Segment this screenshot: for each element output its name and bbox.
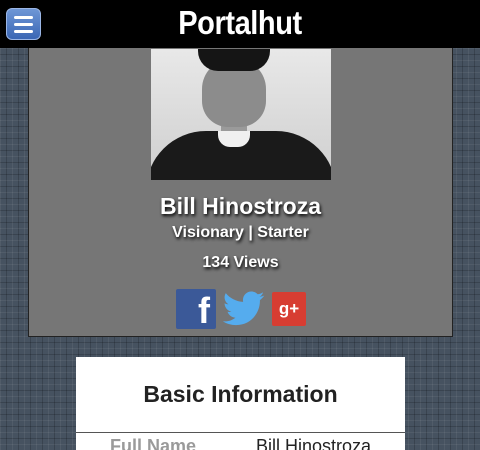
basic-information-panel: Basic Information Full Name Bill Hinostr… <box>76 357 405 450</box>
profile-views-count: 134 Views <box>202 254 279 271</box>
brand-logo-text[interactable]: Portalhut <box>29 0 451 48</box>
profile-role: Visionary | Starter <box>172 224 309 241</box>
profile-photo <box>151 49 331 180</box>
full-name-value: Bill Hinostroza <box>256 436 372 450</box>
divider <box>76 432 405 433</box>
facebook-icon[interactable]: f <box>176 289 216 329</box>
basic-information-title: Basic Information <box>143 381 338 407</box>
social-links: f g+ <box>176 289 306 329</box>
profile-name: Bill Hinostroza <box>159 193 321 219</box>
profile-card: Bill Hinostroza Visionary | Starter 134 … <box>28 40 453 337</box>
twitter-bird-icon[interactable] <box>222 289 266 329</box>
google-plus-icon[interactable]: g+ <box>272 292 306 326</box>
full-name-label: Full Name <box>110 436 197 450</box>
top-navigation-bar: Portalhut <box>0 0 480 48</box>
